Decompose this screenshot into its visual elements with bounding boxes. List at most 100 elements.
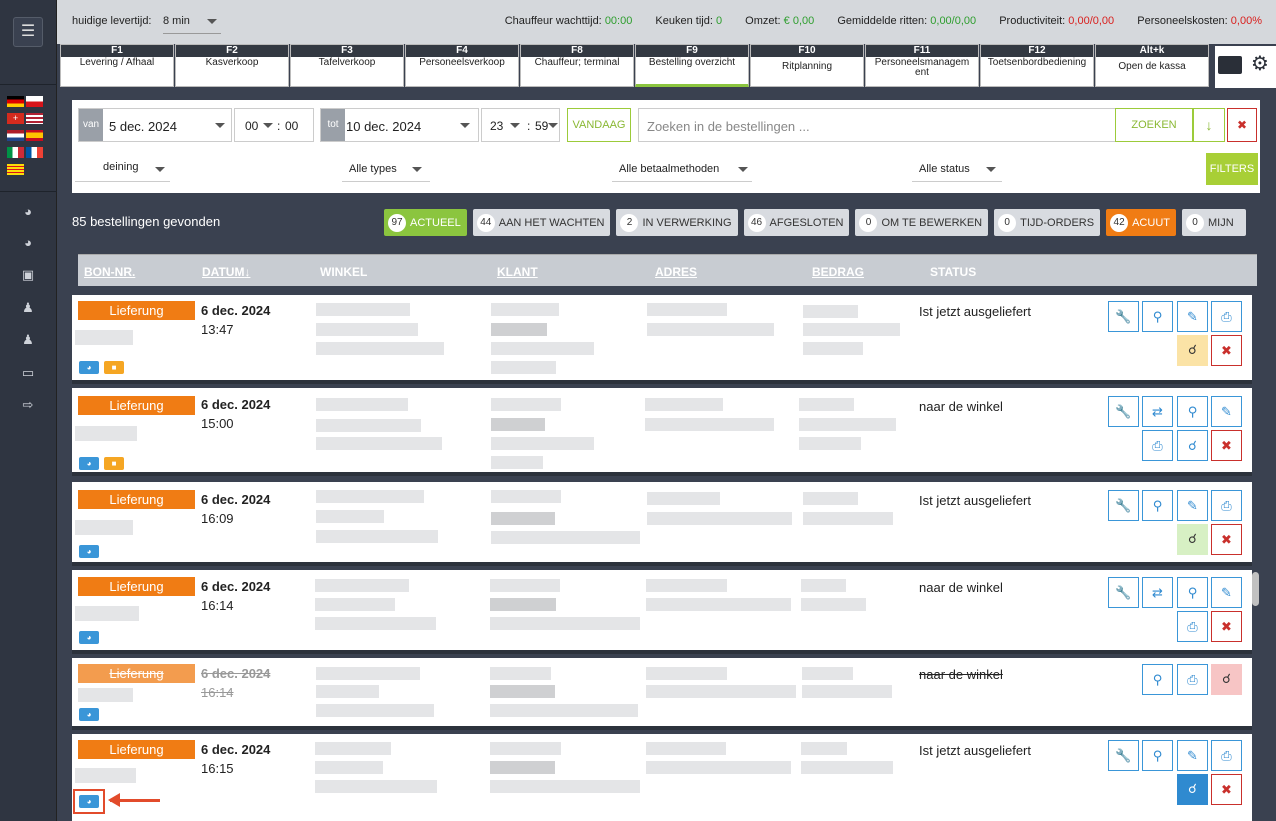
type-select[interactable]: Alle types: [342, 156, 430, 182]
pill-mine[interactable]: 0 MIJN: [1181, 209, 1246, 236]
wrench-icon[interactable]: 🔧: [1108, 396, 1139, 427]
flag-de-icon[interactable]: [7, 96, 24, 107]
table-row[interactable]: Lieferung ◕ ■ 6 dec. 2024 13:47 Ist jetz…: [72, 295, 1252, 384]
table-row[interactable]: Lieferung ◕ 6 dec. 2024 16:14 naar de wi…: [72, 658, 1252, 730]
flag-nl-icon[interactable]: [7, 130, 24, 141]
from-date-field[interactable]: van 5 dec. 2024: [78, 108, 232, 142]
print-icon[interactable]: ⎙: [1142, 430, 1173, 461]
col-adres[interactable]: ADRES: [655, 265, 697, 279]
print-icon[interactable]: ⎙: [1211, 301, 1242, 332]
lead-time-select[interactable]: 8 min: [163, 10, 221, 34]
pill-closed[interactable]: 46 AFGESLOTEN: [743, 209, 850, 236]
cancel-icon[interactable]: ✖: [1211, 335, 1242, 366]
tab-f3[interactable]: F3 Tafelverkoop: [290, 44, 404, 87]
speedometer-icon[interactable]: ◕: [17, 203, 39, 221]
speedometer-icon[interactable]: ◕: [79, 708, 99, 721]
print-icon[interactable]: ⎙: [1211, 740, 1242, 771]
print-icon[interactable]: ⎙: [1211, 490, 1242, 521]
tab-f4[interactable]: F4 Personeelsverkoop: [405, 44, 519, 87]
tab-f12[interactable]: F12 Toetsenbordbediening: [980, 44, 1094, 87]
col-klant[interactable]: KLANT: [497, 265, 538, 279]
cancel-icon[interactable]: ✖: [1211, 774, 1242, 805]
speedometer-icon[interactable]: ◕: [79, 457, 99, 470]
users-icon[interactable]: ♟: [17, 299, 39, 317]
car-icon[interactable]: ☌: [1177, 335, 1208, 366]
branch-select[interactable]: deining: [75, 156, 170, 182]
hamburger-menu-icon[interactable]: ☰: [13, 17, 43, 47]
from-time-field[interactable]: 00:00: [234, 108, 314, 142]
tab-f11[interactable]: F11 Personeelsmanagem ent: [865, 44, 979, 87]
car-icon[interactable]: ☌: [1177, 524, 1208, 555]
table-row[interactable]: Lieferung ◕ 6 dec. 2024 16:09 Ist jetzt …: [72, 482, 1252, 566]
flag-fr-icon[interactable]: [26, 147, 43, 158]
comment-icon[interactable]: ■: [104, 457, 124, 470]
wrench-icon[interactable]: 🔧: [1108, 740, 1139, 771]
edit-icon[interactable]: ✎: [1177, 301, 1208, 332]
wrench-icon[interactable]: 🔧: [1108, 577, 1139, 608]
wrench-icon[interactable]: 🔧: [1108, 490, 1139, 521]
table-row[interactable]: Lieferung ◕ ■ 6 dec. 2024 15:00 naar de …: [72, 388, 1252, 476]
cancel-icon[interactable]: ✖: [1211, 430, 1242, 461]
speedometer-icon[interactable]: ◕: [79, 631, 99, 644]
col-bon-nr[interactable]: BON-NR.: [84, 265, 135, 279]
car-icon[interactable]: ☌: [1177, 774, 1208, 805]
print-icon[interactable]: ⎙: [1177, 664, 1208, 695]
edit-icon[interactable]: ✎: [1211, 577, 1242, 608]
clear-icon[interactable]: ✖: [1227, 108, 1257, 142]
col-datum[interactable]: DATUM↓: [202, 265, 250, 279]
gear-icon[interactable]: ⚙: [1251, 54, 1271, 74]
logout-icon[interactable]: ⇨: [17, 396, 39, 414]
flag-it-icon[interactable]: [7, 147, 24, 158]
table-row[interactable]: Lieferung ◕ 6 dec. 2024 16:15 Ist jetzt …: [72, 734, 1252, 821]
payment-select[interactable]: Alle betaalmethoden: [612, 156, 752, 182]
scrollbar[interactable]: [1252, 572, 1259, 606]
users-icon[interactable]: ♟: [17, 331, 39, 349]
speedometer-icon[interactable]: ◕: [79, 361, 99, 374]
speedometer-icon[interactable]: ◕: [17, 234, 39, 252]
flag-us-icon[interactable]: [26, 113, 43, 124]
search-icon[interactable]: ⚲: [1142, 490, 1173, 521]
pill-processing[interactable]: 2 IN VERWERKING: [616, 209, 738, 236]
car-icon[interactable]: ☌: [1177, 430, 1208, 461]
table-row[interactable]: Lieferung ◕ 6 dec. 2024 16:14 naar de wi…: [72, 570, 1252, 654]
search-icon[interactable]: ⚲: [1177, 396, 1208, 427]
tab-f1[interactable]: F1 Levering / Afhaal: [60, 44, 174, 87]
col-bedrag[interactable]: BEDRAG: [812, 265, 864, 279]
to-time-field[interactable]: 23:59: [481, 108, 560, 142]
status-select[interactable]: Alle status: [912, 156, 1002, 182]
print-icon[interactable]: ⎙: [1177, 611, 1208, 642]
pill-waiting[interactable]: 44 AAN HET WACHTEN: [472, 209, 611, 236]
shuffle-icon[interactable]: ⇄: [1142, 396, 1173, 427]
edit-icon[interactable]: ✎: [1211, 396, 1242, 427]
cancel-icon[interactable]: ✖: [1211, 611, 1242, 642]
search-icon[interactable]: ⚲: [1142, 301, 1173, 332]
pill-urgent[interactable]: 42 ACUUT: [1106, 209, 1176, 236]
tab-f8[interactable]: F8 Chauffeur; terminal: [520, 44, 634, 87]
edit-icon[interactable]: ✎: [1177, 740, 1208, 771]
to-date-field[interactable]: tot 10 dec. 2024: [320, 108, 479, 142]
mail-icon[interactable]: [1218, 56, 1242, 74]
download-icon[interactable]: ↓: [1193, 108, 1225, 142]
flag-cz-icon[interactable]: [26, 96, 43, 107]
search-icon[interactable]: ⚲: [1142, 740, 1173, 771]
wrench-icon[interactable]: 🔧: [1108, 301, 1139, 332]
basket-icon[interactable]: ▣: [17, 266, 39, 284]
edit-icon[interactable]: ✎: [1177, 490, 1208, 521]
search-icon[interactable]: ⚲: [1177, 577, 1208, 608]
monitor-icon[interactable]: ▭: [17, 364, 39, 382]
pill-to-edit[interactable]: 0 OM TE BEWERKEN: [855, 209, 989, 236]
tab-f9[interactable]: F9 Bestelling overzicht: [635, 44, 749, 87]
tab-alt-k[interactable]: Alt+k Open de kassa: [1095, 44, 1209, 87]
car-icon[interactable]: ☌: [1211, 664, 1242, 695]
comment-icon[interactable]: ■: [104, 361, 124, 374]
flag-ch-icon[interactable]: +: [7, 113, 24, 124]
tab-f10[interactable]: F10 Ritplanning: [750, 44, 864, 87]
shuffle-icon[interactable]: ⇄: [1142, 577, 1173, 608]
cancel-icon[interactable]: ✖: [1211, 524, 1242, 555]
flag-es-icon[interactable]: [26, 130, 43, 141]
filters-button[interactable]: FILTERS: [1206, 153, 1258, 185]
flag-catalan-icon[interactable]: [7, 164, 24, 175]
speedometer-icon[interactable]: ◕: [79, 545, 99, 558]
pill-current[interactable]: 97 ACTUEEL: [384, 209, 467, 236]
search-button[interactable]: ZOEKEN: [1115, 108, 1193, 142]
